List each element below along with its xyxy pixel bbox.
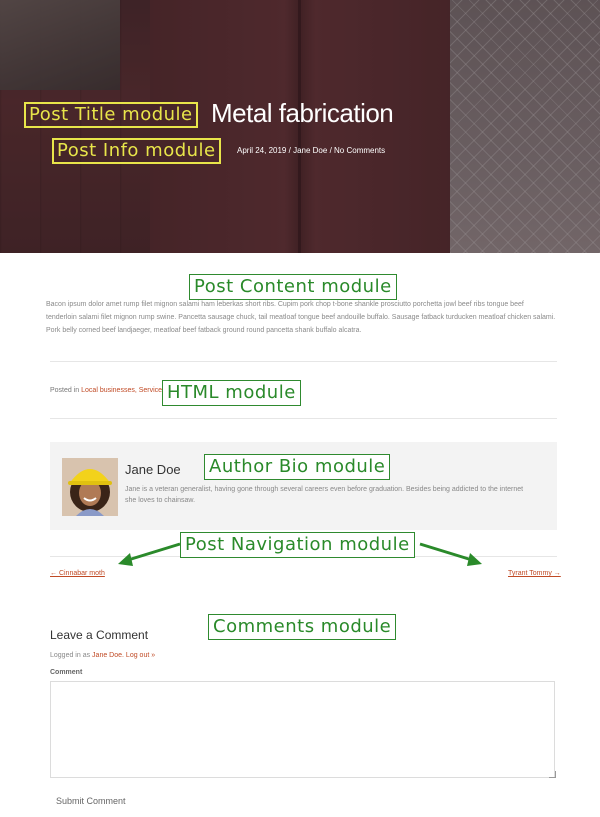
comments-heading: Leave a Comment bbox=[50, 628, 149, 642]
comment-field-label: Comment bbox=[50, 669, 83, 676]
logout-link[interactable]: Log out » bbox=[126, 652, 155, 659]
logged-in-user-link[interactable]: Jane Doe. bbox=[92, 652, 124, 659]
arrowhead-right bbox=[467, 553, 482, 566]
submit-comment-button[interactable]: Submit Comment bbox=[50, 789, 180, 811]
previous-post-link[interactable]: ← Cinnabar moth bbox=[50, 570, 105, 577]
annotation-comments: Comments module bbox=[208, 614, 397, 640]
comment-textarea[interactable] bbox=[50, 681, 555, 778]
logged-in-notice: Logged in as Jane Doe. Log out » bbox=[50, 652, 155, 659]
logged-in-prefix: Logged in as bbox=[50, 652, 91, 659]
annotation-post-navigation: Post Navigation module bbox=[180, 532, 415, 558]
arrow-right bbox=[419, 542, 473, 562]
arrow-left bbox=[127, 542, 181, 562]
annotation-arrows bbox=[118, 542, 482, 566]
resize-grip-icon[interactable] bbox=[549, 771, 556, 778]
next-post-link[interactable]: Tyrant Tommy → bbox=[508, 570, 561, 577]
arrowhead-left bbox=[118, 553, 133, 566]
